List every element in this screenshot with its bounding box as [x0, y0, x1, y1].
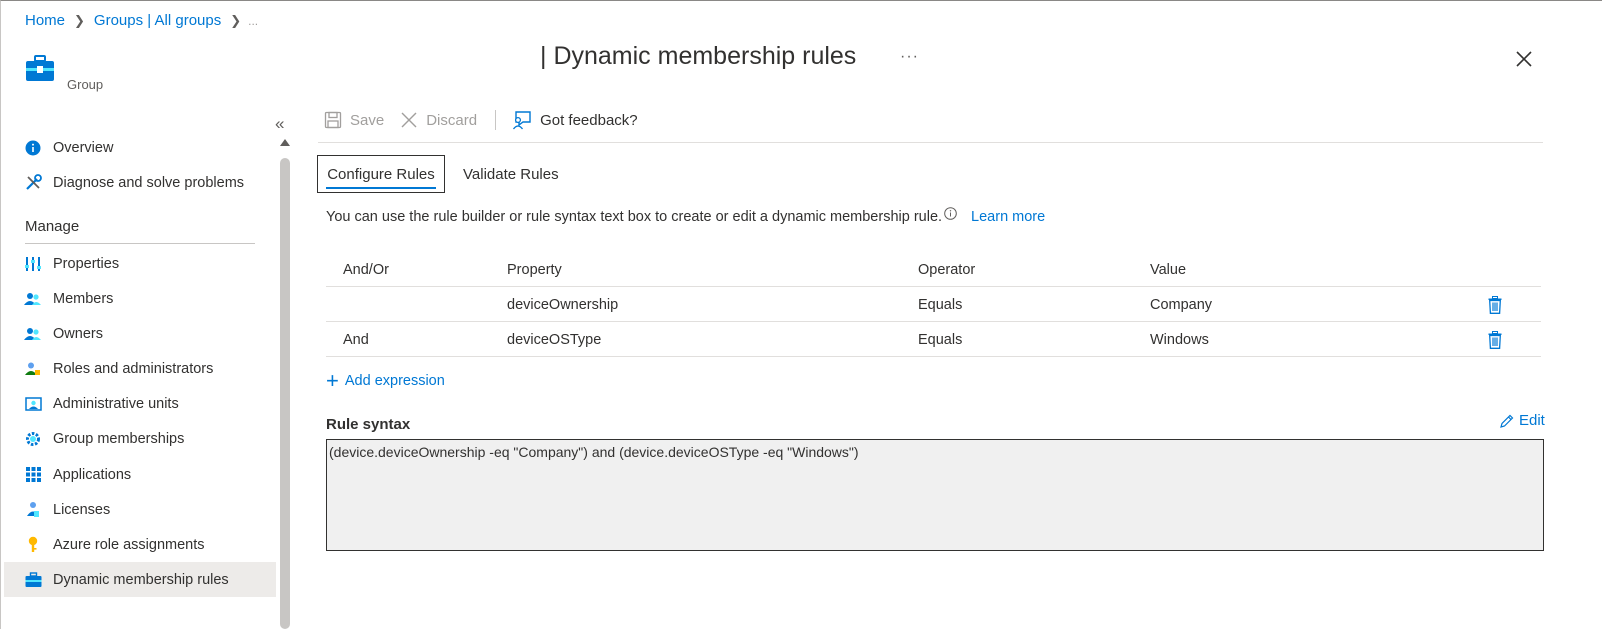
sidebar-item-diagnose[interactable]: Diagnose and solve problems — [4, 165, 276, 200]
column-header-property: Property — [507, 261, 562, 278]
toolbar-divider — [318, 142, 1543, 143]
sidebar-item-label: Properties — [53, 255, 120, 272]
trash-icon — [1488, 330, 1502, 349]
sidebar-item-label: Azure role assignments — [53, 536, 205, 553]
wrench-icon — [24, 174, 42, 192]
page-title: | Dynamic membership rules — [540, 42, 857, 70]
delete-row-button[interactable] — [1488, 287, 1502, 322]
collapse-sidebar-button[interactable]: « — [275, 114, 284, 134]
description-text: You can use the rule builder or rule syn… — [326, 209, 943, 225]
feedback-icon — [513, 111, 531, 130]
row-value[interactable]: Company — [1150, 287, 1212, 322]
breadcrumb: Home ❯ Groups | All groups ❯ ... — [25, 12, 258, 29]
sidebar-item-label: Administrative units — [53, 395, 179, 412]
rule-syntax-label: Rule syntax — [326, 416, 411, 433]
sidebar-item-label: Diagnose and solve problems — [53, 174, 245, 191]
table-row[interactable]: And deviceOSType Equals Windows — [326, 322, 1541, 357]
toolbox-icon — [24, 571, 42, 589]
row-operator[interactable]: Equals — [918, 322, 962, 357]
sidebar-item-licenses[interactable]: Licenses — [4, 492, 276, 527]
row-property[interactable]: deviceOSType — [507, 322, 601, 357]
owners-icon — [24, 325, 42, 343]
learn-more-link[interactable]: Learn more — [971, 209, 1045, 225]
resource-type-label: Group — [67, 77, 104, 92]
row-andor[interactable]: And — [343, 322, 369, 357]
edit-rule-syntax-button[interactable]: Edit — [1500, 412, 1545, 429]
breadcrumb-tail: ... — [248, 13, 259, 28]
toolbox-icon — [26, 55, 54, 81]
column-header-value: Value — [1150, 261, 1187, 278]
sidebar-item-label: Dynamic membership rules — [53, 571, 229, 588]
sidebar-item-label: Overview — [53, 139, 114, 156]
column-header-operator: Operator — [918, 261, 976, 278]
sidebar-item-group-memberships[interactable]: Group memberships — [4, 421, 276, 456]
trash-icon — [1488, 295, 1502, 314]
table-header: And/Or Property Operator Value — [326, 252, 1541, 287]
save-label: Save — [350, 111, 385, 129]
key-icon — [24, 536, 42, 554]
grid-icon — [24, 466, 42, 484]
members-icon — [24, 290, 42, 308]
roles-icon — [24, 360, 42, 378]
sidebar-section-manage: Manage — [25, 218, 80, 235]
scroll-up-arrow[interactable] — [280, 139, 290, 146]
close-icon[interactable] — [1514, 49, 1534, 69]
row-property[interactable]: deviceOwnership — [507, 287, 618, 322]
sidebar-item-label: Licenses — [53, 501, 111, 518]
add-expression-button[interactable]: + Add expression — [326, 370, 445, 392]
delete-row-button[interactable] — [1488, 322, 1502, 357]
feedback-label: Got feedback? — [540, 111, 638, 129]
sidebar-item-applications[interactable]: Applications — [4, 457, 276, 492]
tab-validate-rules[interactable]: Validate Rules — [463, 155, 559, 193]
discard-button[interactable]: Discard — [400, 111, 477, 129]
sidebar-item-label: Roles and administrators — [53, 360, 214, 377]
sidebar-item-dynamic-membership-rules[interactable]: Dynamic membership rules — [4, 562, 276, 597]
row-value[interactable]: Windows — [1150, 322, 1209, 357]
edit-label: Edit — [1519, 412, 1545, 429]
breadcrumb-groups-link[interactable]: Groups | All groups — [94, 12, 221, 29]
rules-table: And/Or Property Operator Value deviceOwn… — [326, 252, 1541, 357]
command-bar: Save Discard Got feedback? — [324, 110, 654, 130]
pencil-icon — [1500, 414, 1514, 428]
rule-syntax-textbox[interactable]: (device.deviceOwnership -eq "Company") a… — [326, 439, 1544, 551]
breadcrumb-home-link[interactable]: Home — [25, 12, 65, 29]
properties-icon — [24, 255, 42, 273]
save-button[interactable]: Save — [324, 111, 384, 129]
sidebar-item-label: Members — [53, 290, 114, 307]
sidebar-divider — [25, 243, 255, 244]
sidebar-item-label: Owners — [53, 325, 103, 342]
discard-label: Discard — [426, 111, 478, 129]
column-header-andor: And/Or — [343, 261, 389, 278]
save-icon — [324, 111, 342, 129]
admin-units-icon — [24, 395, 42, 413]
plus-icon: + — [326, 368, 339, 393]
sidebar-scrollbar[interactable] — [280, 158, 290, 629]
sidebar-item-azure-role-assignments[interactable]: Azure role assignments — [4, 527, 276, 562]
more-options-button[interactable]: ··· — [900, 48, 919, 66]
sidebar-item-properties[interactable]: Properties — [4, 246, 276, 281]
description: You can use the rule builder or rule syn… — [326, 206, 1045, 225]
gear-icon — [24, 430, 42, 448]
chevron-right-icon: ❯ — [74, 12, 85, 28]
add-expression-label: Add expression — [344, 373, 445, 389]
sidebar-item-label: Group memberships — [53, 430, 185, 447]
sidebar-item-owners[interactable]: Owners — [4, 316, 276, 351]
toolbar-separator — [495, 110, 497, 130]
table-row[interactable]: deviceOwnership Equals Company — [326, 287, 1541, 322]
feedback-button[interactable]: Got feedback? — [512, 110, 638, 130]
sidebar-item-roles[interactable]: Roles and administrators — [4, 351, 276, 386]
license-icon — [24, 501, 42, 519]
chevron-right-icon: ❯ — [230, 12, 242, 28]
row-operator[interactable]: Equals — [918, 287, 962, 322]
sidebar-item-label: Applications — [53, 466, 132, 483]
sidebar-item-overview[interactable]: Overview — [4, 130, 276, 165]
sidebar-item-admin-units[interactable]: Administrative units — [4, 386, 276, 421]
info-icon[interactable] — [944, 206, 957, 220]
sidebar-item-members[interactable]: Members — [4, 281, 276, 316]
tab-configure-rules[interactable]: Configure Rules — [317, 155, 445, 193]
close-icon — [401, 112, 417, 128]
info-icon — [24, 139, 42, 157]
